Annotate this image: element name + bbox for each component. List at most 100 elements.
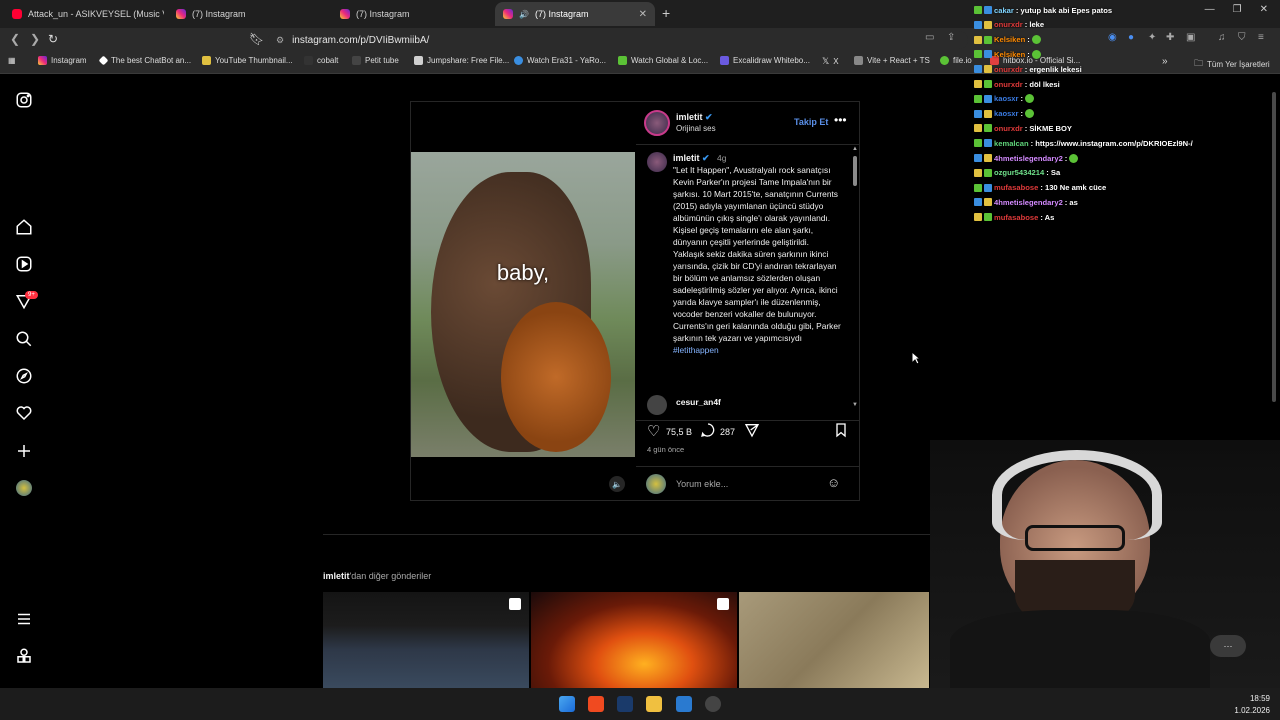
chat-username[interactable]: 4hmetislegendary2: [994, 198, 1063, 207]
brave-browser-icon[interactable]: [588, 696, 604, 712]
share-icon[interactable]: ⇪: [947, 32, 955, 43]
apps-icon[interactable]: ▦: [8, 56, 16, 65]
chat-username[interactable]: ozgur5434214: [994, 168, 1044, 177]
chatbot-icon: [98, 55, 109, 66]
instagram-logo-icon[interactable]: [14, 90, 34, 110]
create-icon[interactable]: [14, 441, 34, 461]
bookmark-item[interactable]: The best ChatBot an...: [98, 55, 191, 66]
bookmark-item[interactable]: Instagram: [38, 56, 87, 65]
bookmark-item[interactable]: Petit tube: [352, 56, 399, 65]
reels-icon[interactable]: [14, 254, 34, 274]
assistant-floating-button[interactable]: ⋯: [1210, 635, 1246, 657]
x-icon: 𝕏: [822, 56, 830, 66]
bookmark-item[interactable]: Vite + React + TS: [854, 56, 930, 65]
follow-button[interactable]: Takip Et: [794, 117, 828, 127]
caption-avatar[interactable]: [647, 152, 667, 172]
obs-icon[interactable]: [705, 696, 721, 712]
more-menu-icon[interactable]: [14, 609, 34, 629]
explore-icon[interactable]: [14, 366, 34, 386]
emoji-icon[interactable]: ☺: [827, 475, 840, 490]
save-bookmark-icon[interactable]: [833, 422, 849, 438]
new-tab-button[interactable]: +: [662, 5, 670, 21]
bookmark-item[interactable]: Excalidraw Whitebo...: [720, 56, 810, 65]
chat-username[interactable]: kaosxr: [994, 109, 1019, 118]
system-clock[interactable]: 18:59 1.02.2026: [1234, 693, 1270, 717]
comment-icon[interactable]: [700, 422, 716, 438]
more-post-thumbnail[interactable]: [323, 592, 529, 688]
site-info-icon[interactable]: ⚙: [276, 35, 284, 46]
chat-username[interactable]: onurxdr: [994, 20, 1023, 29]
chat-username[interactable]: mufasabose: [994, 213, 1038, 222]
chat-username[interactable]: onurxdr: [994, 80, 1023, 89]
profile-avatar[interactable]: [14, 478, 34, 498]
webcam-overlay: ⋯: [930, 440, 1280, 688]
url-field[interactable]: ⚙ instagram.com/p/DVIiBwmiibA/: [268, 31, 968, 49]
like-heart-icon[interactable]: ♡: [647, 422, 660, 440]
bookmark-item[interactable]: YouTube Thumbnail...: [202, 56, 293, 65]
chat-username[interactable]: mufasabose: [994, 183, 1038, 192]
also-from-meta-icon[interactable]: [14, 646, 34, 666]
chat-message: cakar: yutup bak abi Epes patos: [974, 3, 1112, 17]
mute-icon[interactable]: 🔈: [609, 476, 625, 492]
chat-username[interactable]: Kelsiken: [994, 35, 1025, 44]
shield-icon[interactable]: ⛉: [1238, 32, 1246, 43]
share-icon[interactable]: [744, 422, 760, 438]
chat-username[interactable]: onurxdr: [994, 65, 1023, 74]
forward-icon[interactable]: ❯: [30, 32, 40, 46]
bookmark-item[interactable]: file.io: [940, 56, 972, 65]
like-count[interactable]: 75,5 B: [666, 427, 692, 437]
reload-icon[interactable]: ↻: [48, 32, 58, 46]
hashtag-link[interactable]: #letithappen: [673, 345, 719, 355]
caption-author[interactable]: imletit ✔: [673, 153, 710, 164]
author-name[interactable]: imletit ✔: [676, 112, 713, 123]
chat-username[interactable]: cakar: [994, 6, 1014, 15]
chat-username[interactable]: onurxdr: [994, 124, 1023, 133]
back-icon[interactable]: ❮: [10, 32, 20, 46]
start-menu-icon[interactable]: [559, 696, 575, 712]
more-post-thumbnail[interactable]: [739, 592, 929, 688]
more-posts-user[interactable]: imletit: [323, 571, 350, 581]
scrollbar-thumb[interactable]: [853, 156, 857, 186]
browser-tab[interactable]: (7) Instagram: [332, 2, 492, 26]
menu-icon[interactable]: ≡: [1258, 32, 1264, 43]
browser-tab[interactable]: (7) Instagram: [168, 2, 328, 26]
comment-input[interactable]: Yorum ekle...: [676, 479, 728, 489]
file-explorer-icon[interactable]: [646, 696, 662, 712]
commenter-name[interactable]: cesur_an4f: [676, 397, 721, 407]
chat-username[interactable]: kemalcan: [994, 139, 1029, 148]
post-video[interactable]: baby, 🔈: [411, 102, 635, 500]
comment-count[interactable]: 287: [720, 427, 735, 437]
steam-icon[interactable]: [617, 696, 633, 712]
cast-icon[interactable]: ▭: [925, 32, 934, 43]
chat-username[interactable]: kaosxr: [994, 94, 1019, 103]
page-scrollbar-thumb[interactable]: [1272, 92, 1276, 402]
chat-username[interactable]: Kelsiken: [994, 50, 1025, 59]
author-avatar[interactable]: [644, 110, 670, 136]
close-tab-icon[interactable]: ✕: [639, 9, 647, 20]
more-options-icon[interactable]: •••: [834, 113, 847, 127]
scroll-up-icon[interactable]: ▲: [852, 146, 858, 152]
browser-tab-active[interactable]: 🔊 (7) Instagram ✕: [495, 2, 655, 26]
search-icon[interactable]: [14, 329, 34, 349]
bookmark-item[interactable]: cobalt: [304, 56, 338, 65]
bookmark-item[interactable]: Jumpshare: Free File...: [414, 56, 509, 65]
chat-text: : 130 Ne amk cüce: [1040, 183, 1107, 193]
chat-username[interactable]: 4hmetislegendary2: [994, 154, 1063, 163]
audio-label[interactable]: Orijinal ses: [676, 124, 716, 133]
chat-badge-icon: [984, 65, 992, 74]
bookmark-label: Watch Era31 - YaRo...: [527, 56, 606, 65]
photos-icon[interactable]: [676, 696, 692, 712]
bookmark-icon[interactable]: 🔖︎: [249, 32, 264, 46]
home-icon[interactable]: [14, 217, 34, 237]
scroll-down-icon[interactable]: ▼: [852, 402, 858, 408]
bookmark-item[interactable]: 𝕏X: [822, 56, 839, 67]
chat-badge-icon: [984, 35, 992, 44]
browser-tab[interactable]: Attack_un - ASIKVEYSEL (Music Video): [4, 2, 164, 26]
commenter-avatar[interactable]: [647, 395, 667, 415]
more-post-thumbnail[interactable]: [531, 592, 737, 688]
close-icon[interactable]: ✕: [1260, 4, 1268, 15]
bookmark-item[interactable]: Watch Global & Loc...: [618, 56, 708, 65]
caption-scrollbar[interactable]: ▲ ▼: [851, 146, 859, 410]
notifications-heart-icon[interactable]: [14, 403, 34, 423]
bookmark-item[interactable]: Watch Era31 - YaRo...: [514, 56, 606, 65]
